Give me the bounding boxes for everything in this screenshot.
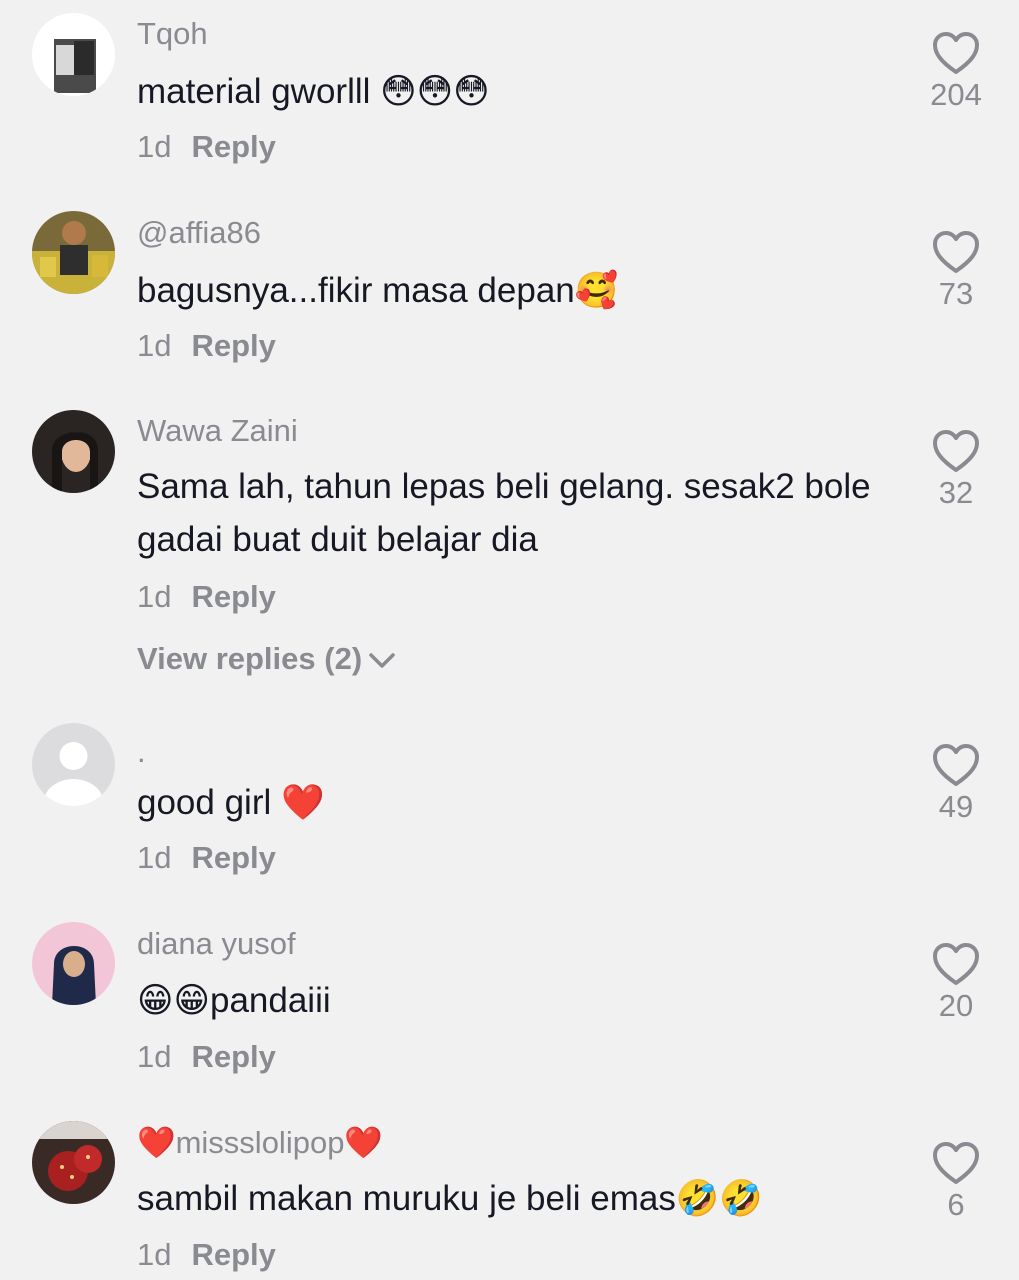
comment-meta: 1d Reply: [137, 579, 276, 615]
comment-meta: 1d Reply: [137, 1039, 276, 1075]
comment-meta: 1d Reply: [137, 328, 276, 364]
like-button[interactable]: 6: [918, 1141, 994, 1223]
comment-username[interactable]: @affia86: [137, 215, 261, 251]
avatar[interactable]: [32, 13, 115, 96]
avatar[interactable]: [32, 410, 115, 493]
comment-text: good girl ❤️: [137, 783, 325, 822]
heart-outline-icon[interactable]: [932, 942, 980, 986]
avatar[interactable]: [32, 211, 115, 294]
comment-time: 1d: [137, 1039, 172, 1074]
avatar[interactable]: [32, 723, 115, 806]
comment-time: 1d: [137, 129, 172, 164]
comment-username[interactable]: ❤️missslolipop❤️: [137, 1125, 383, 1161]
reply-button[interactable]: Reply: [191, 1237, 275, 1272]
comment-meta: 1d Reply: [137, 840, 276, 876]
comment-text: bagusnya...fikir masa depan🥰: [137, 271, 619, 310]
reply-button[interactable]: Reply: [191, 1039, 275, 1074]
reply-button[interactable]: Reply: [191, 840, 275, 875]
like-button[interactable]: 73: [918, 230, 994, 312]
view-replies-label[interactable]: View replies (2): [137, 641, 362, 676]
heart-outline-icon[interactable]: [932, 429, 980, 473]
comment-username[interactable]: Wawa Zaini: [137, 413, 298, 449]
like-count: 20: [938, 988, 974, 1023]
avatar[interactable]: [32, 1121, 115, 1204]
heart-outline-icon[interactable]: [932, 1141, 980, 1185]
comment-time: 1d: [137, 1237, 172, 1272]
heart-outline-icon[interactable]: [932, 31, 980, 75]
like-count: 6: [947, 1187, 965, 1222]
like-button[interactable]: 20: [918, 942, 994, 1024]
like-button[interactable]: 32: [918, 429, 994, 511]
comment-meta: 1d Reply: [137, 1237, 276, 1273]
like-count: 204: [930, 77, 982, 112]
heart-outline-icon[interactable]: [932, 743, 980, 787]
comment-username[interactable]: .: [137, 734, 146, 770]
comment-time: 1d: [137, 579, 172, 614]
comment-username[interactable]: Tqoh: [137, 16, 208, 52]
like-count: 32: [938, 475, 974, 510]
comment-time: 1d: [137, 840, 172, 875]
comment-username[interactable]: diana yusof: [137, 926, 296, 962]
heart-outline-icon[interactable]: [932, 230, 980, 274]
chevron-down-icon[interactable]: [368, 652, 396, 670]
view-replies-button[interactable]: View replies (2): [137, 641, 396, 677]
like-button[interactable]: 204: [918, 31, 994, 113]
like-count: 49: [938, 789, 974, 824]
comment-text: Sama lah, tahun lepas beli gelang. sesak…: [137, 467, 871, 559]
comment-time: 1d: [137, 328, 172, 363]
reply-button[interactable]: Reply: [191, 129, 275, 164]
comment-meta: 1d Reply: [137, 129, 276, 165]
comment-text: sambil makan muruku je beli emas🤣🤣: [137, 1179, 763, 1218]
like-count: 73: [938, 276, 974, 311]
comment-text: 😁😁pandaiii: [137, 981, 331, 1020]
comment-text: material gworlll 😳😳😳: [137, 72, 490, 111]
reply-button[interactable]: Reply: [191, 328, 275, 363]
like-button[interactable]: 49: [918, 743, 994, 825]
reply-button[interactable]: Reply: [191, 579, 275, 614]
avatar[interactable]: [32, 922, 115, 1005]
